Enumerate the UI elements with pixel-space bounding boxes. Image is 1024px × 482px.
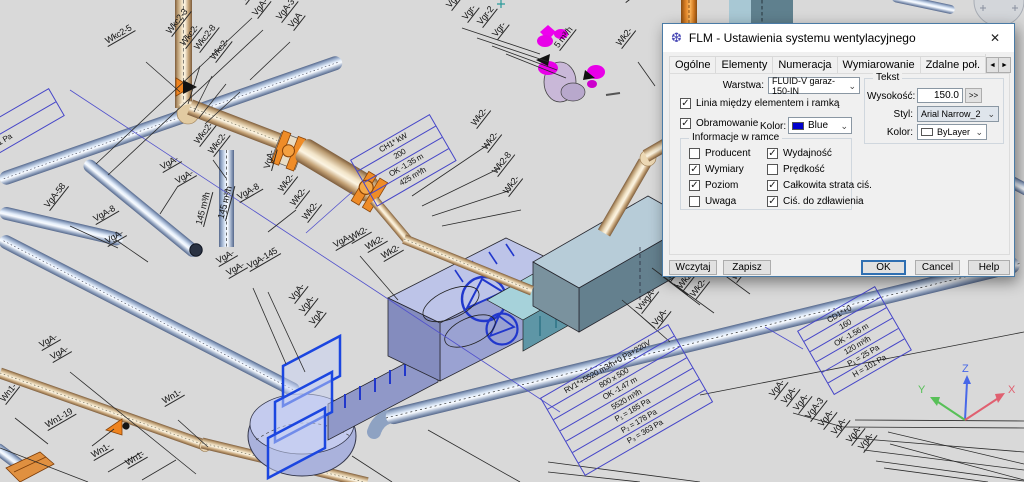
chevron-down-icon: ⌄ — [840, 122, 848, 130]
border-checkbox[interactable]: ✓ Obramowanie — [680, 118, 758, 129]
frame-info-right-column: ✓Wydajność Prędkość ✓Całkowita strata ciś.… — [767, 143, 872, 207]
group-title: Informacje w ramce — [689, 132, 782, 143]
text-color-select[interactable]: ByLayer ⌄ — [917, 124, 987, 140]
checkbox-ciś-do-zdławienia[interactable]: ✓Ciś. do zdławienia — [767, 196, 872, 207]
tab-numeracja[interactable]: Numeracja — [772, 56, 837, 74]
ucs-axis-icon: Z Y X — [910, 355, 1024, 455]
style-select[interactable]: Arial Narrow_2 ⌄ — [917, 106, 999, 122]
color-swatch — [921, 128, 933, 136]
close-icon[interactable]: ✕ — [984, 29, 1006, 47]
border-color-select[interactable]: Blue ⌄ — [788, 117, 852, 134]
load-button[interactable]: Wczytaj — [669, 260, 717, 275]
checkbox-label: Linia między elementem i ramką — [696, 98, 839, 109]
settings-dialog: ❆ FLM - Ustawienia systemu wentylacyjneg… — [662, 23, 1015, 277]
checkbox-prędkość[interactable]: Prędkość — [767, 164, 872, 175]
checkbox-producent[interactable]: Producent — [689, 148, 751, 159]
checkbox-wydajność[interactable]: ✓Wydajność — [767, 148, 872, 159]
chevron-down-icon: ⌄ — [848, 82, 856, 90]
axis-y-label: Y — [918, 384, 926, 396]
line-between-checkbox[interactable]: ✓ Linia między elementem i ramką — [680, 98, 839, 109]
color-swatch — [792, 122, 804, 130]
checkbox-poziom[interactable]: ✓Poziom — [689, 180, 751, 191]
supply-pipe[interactable] — [0, 368, 207, 451]
style-label: Styl: — [867, 109, 913, 121]
tab-page: Warstwa: FLUID-V garaz-150-IN ⌄ ✓ Linia … — [669, 73, 1010, 255]
text-color-value: ByLayer — [937, 127, 970, 137]
teal-riser — [729, 0, 751, 23]
magenta-fan-unit[interactable] — [536, 25, 620, 102]
checkbox-całkowita-strata-ciś-[interactable]: ✓Całkowita strata ciś. — [767, 180, 872, 191]
checkbox-label: Obramowanie — [696, 118, 758, 129]
layer-select[interactable]: FLUID-V garaz-150-IN ⌄ — [768, 77, 860, 94]
damper-marker[interactable] — [106, 419, 122, 435]
tab-tabelka-inf-[interactable]: Tabelka inf. — [985, 54, 986, 74]
group-title: Tekst — [873, 72, 902, 83]
chevron-down-icon: ⌄ — [987, 110, 995, 118]
style-value: Arial Narrow_2 — [921, 109, 981, 119]
cad-viewport[interactable]: Wkc2-5Wkc2-3Wkc2-Wkc2-8Wkc2-VgA-102VgA-V… — [0, 0, 1024, 482]
chevron-down-icon: ⌄ — [975, 128, 983, 136]
height-label: Wysokość: — [867, 91, 913, 103]
tab-scroll-buttons: ◄ ► — [987, 57, 1011, 73]
tab-scroll-right-button[interactable]: ► — [998, 57, 1011, 73]
height-field[interactable]: 150.0 — [917, 88, 963, 103]
tab-elementy[interactable]: Elementy — [715, 56, 773, 74]
height-expand-button[interactable]: >> — [965, 88, 982, 103]
tab-strip: OgólneElementyNumeracjaWymiarowanieZdaln… — [669, 54, 986, 74]
app-icon: ❆ — [671, 30, 682, 46]
tab-og-lne[interactable]: Ogólne — [669, 56, 716, 74]
border-color-value: Blue — [808, 120, 828, 131]
help-button[interactable]: Help — [968, 260, 1010, 275]
frame-info-left-column: Producent ✓Wymiary ✓Poziom Uwaga — [689, 143, 751, 207]
text-group: Tekst Wysokość: 150.0 >> Styl: Arial Nar… — [864, 78, 1004, 144]
dialog-title: FLM - Ustawienia systemu wentylacyjnego — [689, 31, 916, 45]
layer-value: FLUID-V garaz-150-IN — [772, 76, 848, 96]
layer-label: Warstwa: — [690, 80, 764, 92]
text-color-label: Kolor: — [867, 127, 913, 139]
dialog-titlebar[interactable]: ❆ FLM - Ustawienia systemu wentylacyjneg… — [663, 24, 1014, 52]
frame-info-group: Informacje w ramce Producent✓Wymiary✓Poz… — [680, 138, 852, 210]
tab-zdalne-po-[interactable]: Zdalne poł. — [920, 56, 986, 74]
pipe-open-end — [190, 244, 202, 256]
axis-z-label: Z — [962, 363, 969, 375]
checkbox-uwaga[interactable]: Uwaga — [689, 196, 751, 207]
grid-cross — [497, 0, 505, 8]
axis-x-label: X — [1008, 384, 1016, 396]
save-button[interactable]: Zapisz — [723, 260, 771, 275]
ok-button[interactable]: OK — [861, 260, 906, 275]
cancel-button[interactable]: Cancel — [915, 260, 960, 275]
checkbox-wymiary[interactable]: ✓Wymiary — [689, 164, 751, 175]
